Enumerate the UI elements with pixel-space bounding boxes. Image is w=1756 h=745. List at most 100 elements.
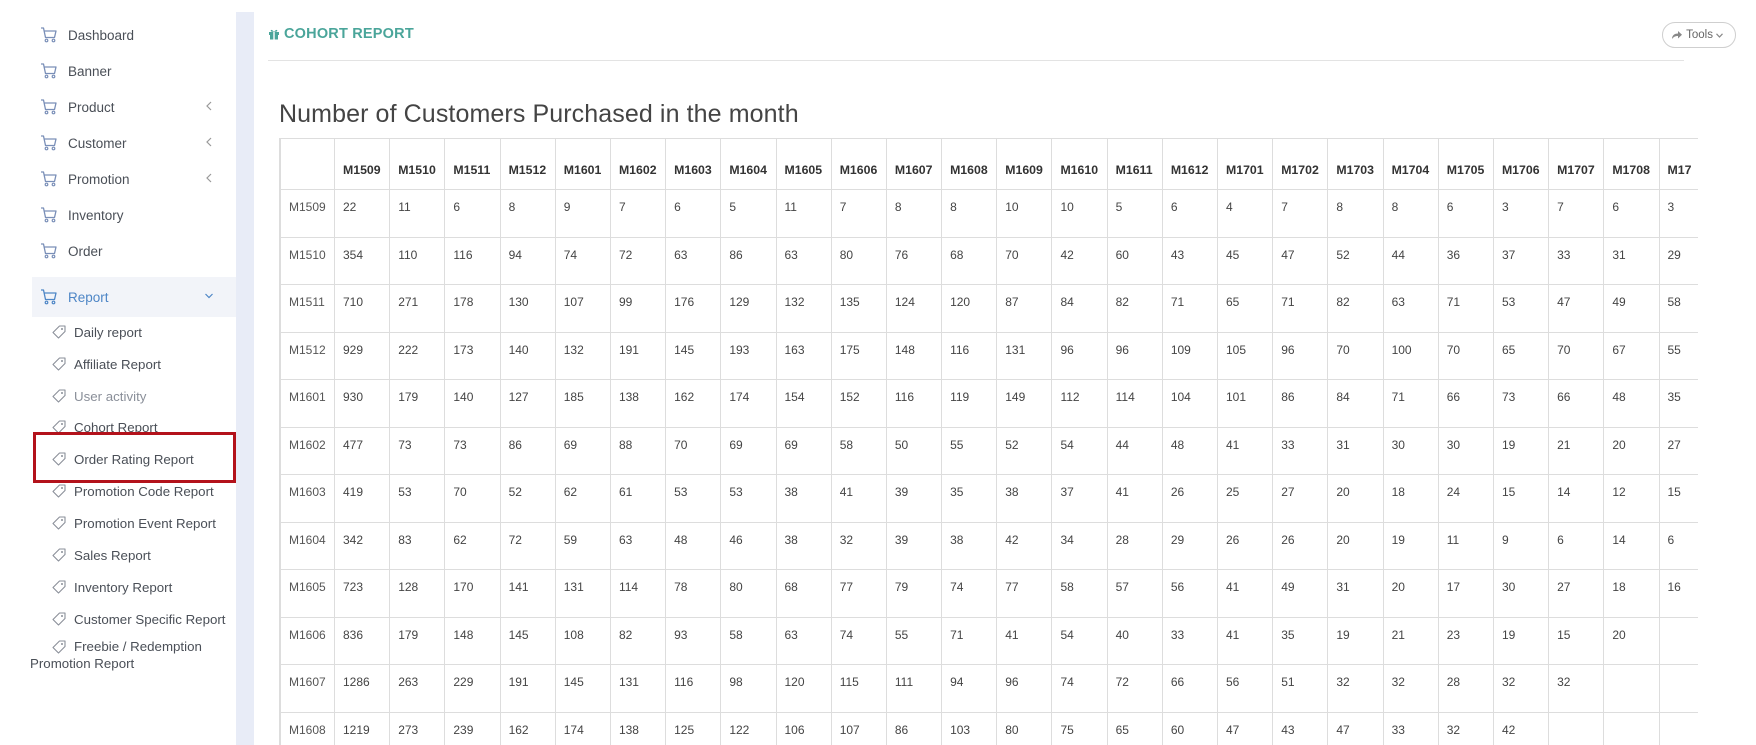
cohort-table-container[interactable]: M1509 M1510 M1511 M1512 M1601 M1602 M1603 M1604… <box>279 138 1698 745</box>
table-cell: 58 <box>1051 569 1108 618</box>
page-title: COHORT REPORT <box>268 26 414 42</box>
table-cell: 94 <box>941 664 998 713</box>
table-cell: 48 <box>1603 379 1660 428</box>
table-cell: 28 <box>1106 521 1163 570</box>
table-cell: 18 <box>1382 474 1439 523</box>
tools-button[interactable]: Tools <box>1662 22 1736 48</box>
sidebar-item-banner[interactable]: Banner <box>32 51 236 91</box>
sidebar-item-order[interactable]: Order <box>32 231 236 271</box>
table-cell: 44 <box>1382 236 1439 285</box>
column-header[interactable]: M1708 <box>1603 138 1660 190</box>
column-header[interactable]: M1604 <box>720 138 777 190</box>
sidebar-subitem-sales-report[interactable]: Sales Report <box>51 540 151 570</box>
table-cell: 58 <box>720 616 777 665</box>
table-cell: 108 <box>554 616 611 665</box>
table-cell: 66 <box>1548 379 1605 428</box>
column-header[interactable]: M1603 <box>665 138 722 190</box>
column-header[interactable]: M1705 <box>1437 138 1494 190</box>
table-cell: 56 <box>1216 664 1274 713</box>
sidebar-subitem-inventory-report[interactable]: Inventory Report <box>51 572 172 602</box>
column-header[interactable]: M1605 <box>775 138 832 190</box>
table-cell: 354 <box>333 236 391 285</box>
sidebar-subitem-freebie-redemption-promotion-report[interactable]: Freebie / Redemption Promotion Report <box>30 638 236 671</box>
table-cell: 124 <box>885 284 943 333</box>
column-header[interactable]: M1611 <box>1106 138 1163 190</box>
table-cell: 19 <box>1492 426 1550 475</box>
table-cell: 191 <box>609 331 667 380</box>
column-header[interactable]: M1707 <box>1548 138 1605 190</box>
table-cell: 31 <box>1327 426 1384 475</box>
column-header[interactable]: M17 <box>1658 138 1698 190</box>
report-heading: Number of Customers Purchased in the mon… <box>279 100 799 128</box>
table-cell: 57 <box>1106 569 1163 618</box>
chevron-down-icon <box>1716 32 1723 38</box>
column-header[interactable]: M1610 <box>1051 138 1108 190</box>
table-cell: 930 <box>333 379 391 428</box>
column-header[interactable]: M1511 <box>444 138 501 190</box>
table-cell: 65 <box>1492 331 1550 380</box>
tag-icon <box>51 515 67 531</box>
table-cell: 33 <box>1382 711 1439 745</box>
table-cell: 79 <box>885 569 943 618</box>
table-cell: 43 <box>1161 236 1219 285</box>
table-cell: 82 <box>1106 284 1163 333</box>
sidebar-subitem-label: Daily report <box>74 324 142 340</box>
sidebar-subitem-daily-report[interactable]: Daily report <box>51 317 142 347</box>
column-header[interactable]: M1601 <box>554 138 611 190</box>
table-cell: 132 <box>775 284 832 333</box>
sidebar-item-promotion[interactable]: Promotion <box>32 159 236 199</box>
table-cell: 342 <box>333 521 391 570</box>
column-header[interactable]: M1512 <box>499 138 556 190</box>
column-header[interactable]: M1702 <box>1272 138 1329 190</box>
table-cell: 193 <box>720 331 777 380</box>
table-cell: 7 <box>1548 189 1605 238</box>
column-header[interactable]: M1701 <box>1216 138 1274 190</box>
table-cell: 263 <box>389 664 446 713</box>
column-header[interactable]: M1704 <box>1382 138 1439 190</box>
table-row: M1511 710 271 178 130 107 99 176 129 132 135 124 120… <box>280 284 1698 333</box>
table-cell: 10 <box>1051 189 1108 238</box>
table-cell: 9 <box>1492 521 1550 570</box>
sidebar-item-customer[interactable]: Customer <box>32 123 236 163</box>
sidebar-subitem-affiliate-report[interactable]: Affiliate Report <box>51 349 161 379</box>
sidebar-item-inventory[interactable]: Inventory <box>32 195 236 235</box>
sidebar-item-product[interactable]: Product <box>32 87 236 127</box>
table-cell: 39 <box>885 521 943 570</box>
column-header[interactable]: M1609 <box>996 138 1053 190</box>
sidebar-subitem-promotion-event-report[interactable]: Promotion Event Report <box>51 508 216 538</box>
column-header[interactable]: M1703 <box>1327 138 1384 190</box>
chevron-left-icon <box>204 172 214 184</box>
table-cell: 32 <box>1548 664 1605 713</box>
table-cell: 41 <box>1216 569 1274 618</box>
table-cell: 176 <box>665 284 722 333</box>
highlight-box <box>33 432 236 483</box>
table-cell: 21 <box>1382 616 1439 665</box>
table-cell: 77 <box>996 569 1053 618</box>
column-header[interactable]: M1606 <box>830 138 887 190</box>
sidebar-subitem-customer-specific-report[interactable]: Customer Specific Report <box>51 604 226 634</box>
sidebar-subitem-user-activity[interactable]: User activity <box>51 381 146 411</box>
cohort-table: M1509 M1510 M1511 M1512 M1601 M1602 M1603 M1604… <box>280 138 1698 745</box>
column-header[interactable]: M1706 <box>1492 138 1550 190</box>
column-header[interactable]: M1509 <box>333 138 391 190</box>
table-cell: 17 <box>1437 569 1494 618</box>
table-cell: 12 <box>1603 474 1660 523</box>
row-header: M1607 <box>280 664 335 713</box>
column-header[interactable]: M1602 <box>609 138 667 190</box>
table-cell: 174 <box>720 379 777 428</box>
cart-icon <box>40 134 58 152</box>
sidebar-item-report[interactable]: Report <box>32 277 236 317</box>
table-cell: 1219 <box>333 711 391 745</box>
sidebar-subitem-label: Sales Report <box>74 547 151 563</box>
table-cell: 32 <box>1382 664 1439 713</box>
table-cell: 120 <box>775 664 832 713</box>
column-header[interactable]: M1607 <box>885 138 943 190</box>
table-cell: 49 <box>1272 569 1329 618</box>
table-cell: 71 <box>1382 379 1439 428</box>
table-cell: 65 <box>1106 711 1163 745</box>
column-header[interactable]: M1510 <box>389 138 446 190</box>
table-cell: 63 <box>1382 284 1439 333</box>
column-header[interactable]: M1608 <box>941 138 998 190</box>
sidebar-item-dashboard[interactable]: Dashboard <box>32 15 236 55</box>
column-header[interactable]: M1612 <box>1161 138 1219 190</box>
